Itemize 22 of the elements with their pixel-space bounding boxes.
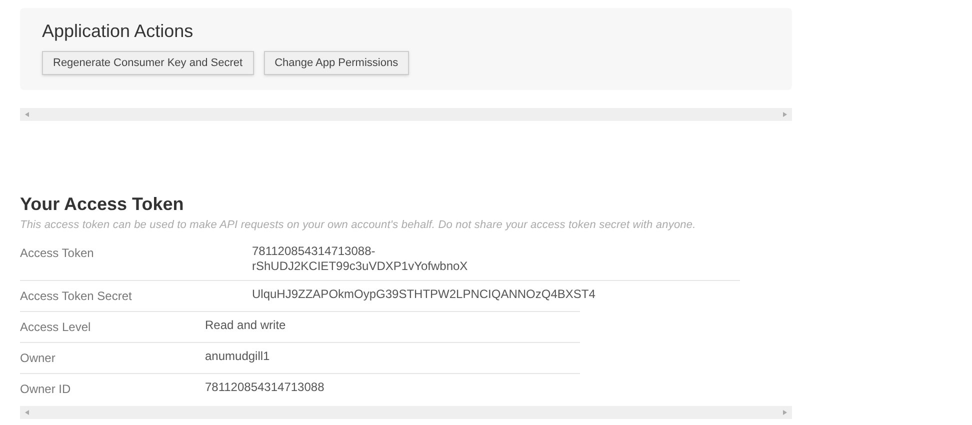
section-title: Your Access Token xyxy=(20,193,185,215)
scroll-right-icon[interactable] xyxy=(783,410,787,414)
field-value: anumudgill1 xyxy=(205,348,270,364)
field-label: Access Level xyxy=(20,318,92,336)
field-label: Owner ID xyxy=(20,380,72,398)
scroll-left-icon[interactable] xyxy=(25,112,29,117)
field-label: Access Token xyxy=(20,244,95,262)
section-title: Application Actions xyxy=(42,20,194,43)
field-label: Access Token Secret xyxy=(20,288,133,304)
description: This access token can be used to make API requests on your own account's behalf. Do not share your access token secret with anyone. xyxy=(20,218,697,233)
field-value: Read and write xyxy=(205,318,286,332)
field-value: UlquHJ9ZZAPOkmOypG39STHTPW2LPNCIQANNOzQ4BXST4 xyxy=(252,286,596,302)
scrollbar[interactable] xyxy=(20,108,792,121)
action-button[interactable]: Change App Permissions xyxy=(264,51,410,75)
scroll-right-icon[interactable] xyxy=(783,112,787,117)
field-value: 781120854314713088 xyxy=(205,380,324,394)
action-button[interactable]: Regenerate Consumer Key and Secret xyxy=(42,51,254,75)
scrollbar[interactable] xyxy=(20,406,792,418)
field-value: 781120854314713088- xyxy=(252,244,376,258)
field-value: rShUDJ2KCIET99c3uVDXP1vYofwbnoX xyxy=(252,258,468,274)
field-label: Owner xyxy=(20,350,56,366)
scroll-left-icon[interactable] xyxy=(25,410,29,414)
